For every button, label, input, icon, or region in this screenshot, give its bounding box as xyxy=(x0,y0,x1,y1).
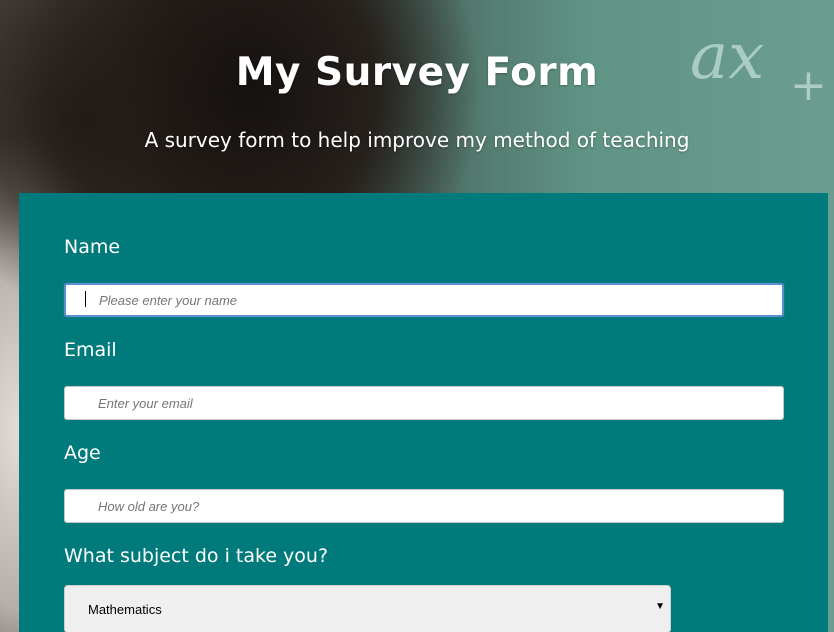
email-label: Email xyxy=(64,339,117,361)
name-input[interactable] xyxy=(64,283,784,317)
subject-selected-value: Mathematics xyxy=(88,602,162,617)
text-cursor xyxy=(85,291,86,307)
subject-label: What subject do i take you? xyxy=(64,545,329,567)
dropdown-arrow-icon: ▼ xyxy=(655,601,665,612)
name-label: Name xyxy=(64,236,121,258)
survey-form: Name Email Age What subject do i take yo… xyxy=(19,193,828,632)
email-input[interactable] xyxy=(64,386,784,420)
age-input[interactable] xyxy=(64,489,784,523)
subject-select[interactable]: Mathematics ▼ xyxy=(64,585,671,632)
page-description: A survey form to help improve my method … xyxy=(144,128,690,152)
age-label: Age xyxy=(64,442,101,464)
page-title: My Survey Form xyxy=(235,50,599,95)
